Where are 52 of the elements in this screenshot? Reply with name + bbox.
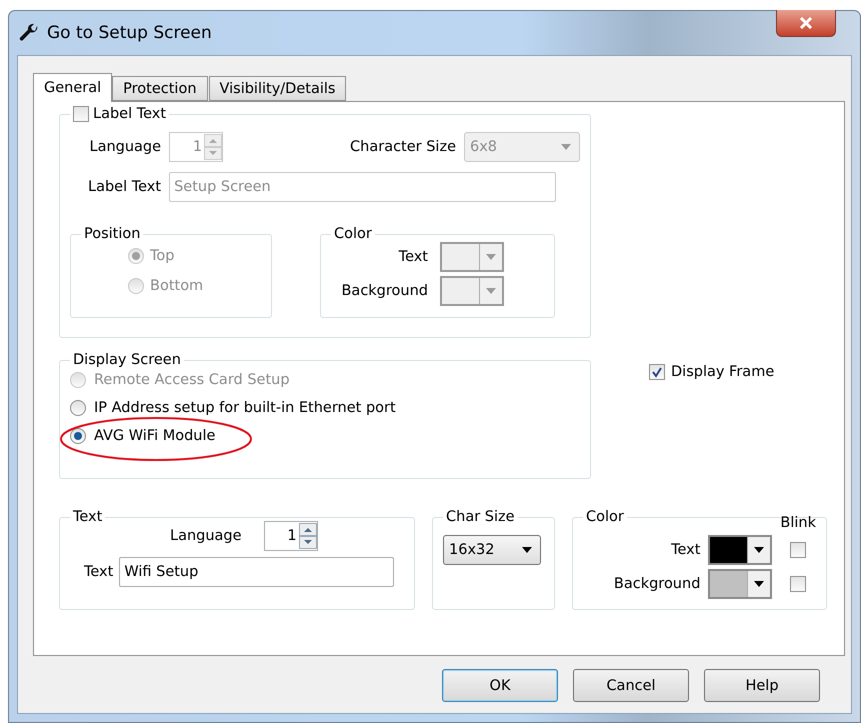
close-button[interactable] (776, 10, 836, 37)
dialog-button[interactable]: Help (704, 669, 820, 702)
radio-label: Top (150, 248, 174, 264)
dialog-button[interactable]: Cancel (573, 669, 689, 702)
field-label: Label Text (88, 179, 162, 195)
radio-label: AVG WiFi Module (94, 428, 216, 444)
caret-icon (486, 254, 496, 260)
color-picker[interactable] (440, 242, 504, 272)
color-picker[interactable] (440, 276, 504, 306)
group-title: Position (84, 226, 140, 242)
group-title: Color (334, 226, 372, 242)
radio-button[interactable] (70, 400, 86, 416)
radio-button[interactable] (70, 428, 86, 444)
field-label: Character Size (350, 139, 456, 155)
field-label: Background (341, 283, 428, 299)
color-picker[interactable] (708, 535, 772, 565)
wrench-icon (19, 23, 39, 43)
radio-label: Bottom (150, 278, 204, 294)
field-label: Background (614, 576, 700, 592)
caret-icon (486, 288, 496, 294)
field-label: Text (398, 249, 428, 265)
checkbox-label: Display Frame (671, 364, 774, 380)
field-label: Language (90, 139, 162, 155)
column-label: Blink (780, 515, 816, 531)
checkbox-label: Label Text (93, 106, 166, 122)
group-title: Text (73, 509, 102, 525)
radio-label: IP Address setup for built-in Ethernet port (94, 400, 396, 416)
language-spinner[interactable]: 1 (264, 521, 318, 551)
group-title: Char Size (446, 509, 515, 525)
radio-label: Remote Access Card Setup (94, 372, 290, 388)
group-title: Display Screen (73, 352, 181, 368)
checkbox[interactable] (790, 542, 806, 558)
tab[interactable]: General (33, 73, 112, 102)
field-label: Text (84, 564, 114, 580)
caret-icon (561, 144, 571, 150)
checkbox[interactable] (649, 364, 665, 380)
char-size-dropdown[interactable]: 16x32 (443, 535, 541, 565)
field-label: Text (671, 542, 700, 558)
caret-icon (522, 547, 532, 553)
field-label: Language (170, 528, 242, 544)
color-picker[interactable] (708, 569, 772, 599)
close-icon (799, 17, 813, 29)
caret-icon (754, 547, 764, 553)
spinner-arrows-icon[interactable] (298, 523, 317, 549)
text-field[interactable]: Wifi Setup (119, 557, 394, 587)
group-title: Color (586, 509, 624, 525)
tab[interactable]: Visibility/Details (208, 76, 346, 101)
caret-icon (754, 581, 764, 587)
window-title: Go to Setup Screen (47, 23, 212, 43)
dialog-button[interactable]: OK (442, 669, 558, 702)
tab[interactable]: Protection (112, 76, 208, 101)
checkbox[interactable] (790, 576, 806, 592)
